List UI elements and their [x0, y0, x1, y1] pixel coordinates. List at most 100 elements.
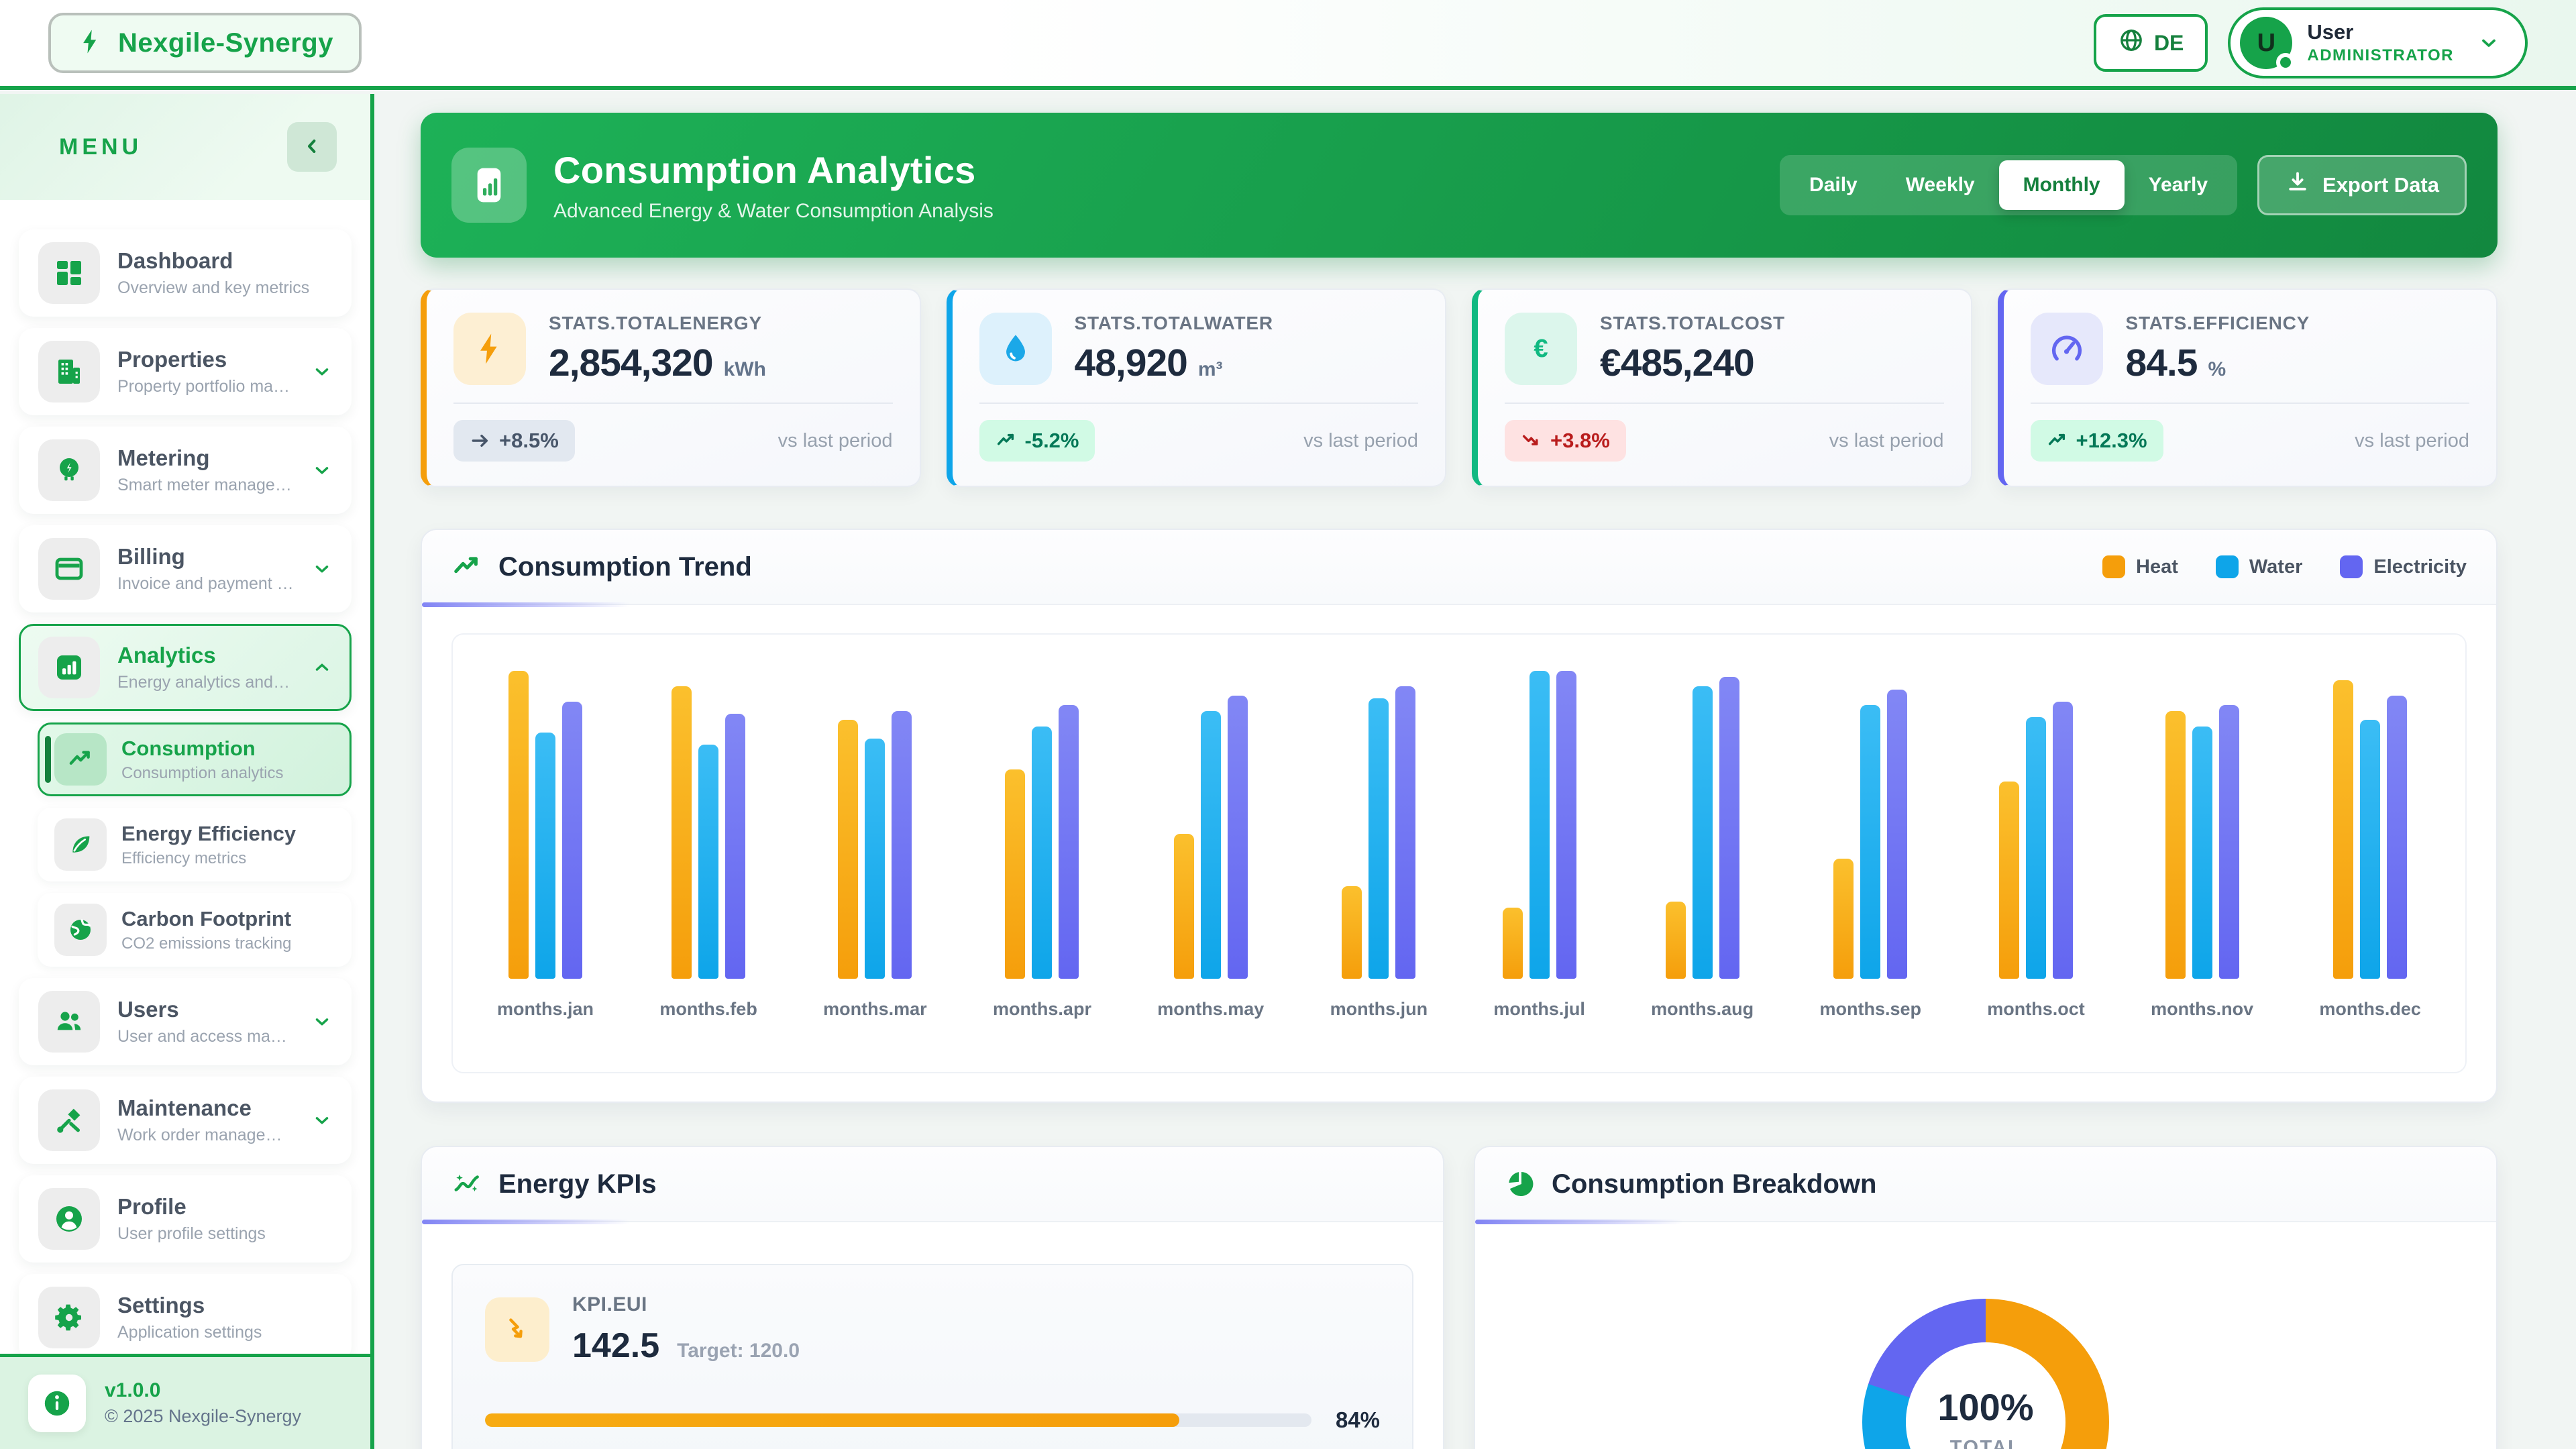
avatar: U — [2240, 17, 2292, 69]
sidebar-item-desc: CO2 emissions tracking — [121, 934, 291, 953]
month-label: months.oct — [1987, 999, 2085, 1020]
month-label: months.jan — [497, 999, 594, 1020]
sidebar-item-label: Dashboard — [117, 248, 309, 274]
sidebar-item-label: Metering — [117, 445, 294, 471]
stat-unit: m³ — [1198, 358, 1223, 381]
pie-chart-icon — [1505, 1169, 1536, 1199]
sidebar-item-energy-efficiency[interactable]: Energy EfficiencyEfficiency metrics — [38, 808, 352, 881]
credit-card-icon — [53, 553, 85, 585]
bar-electricity — [1719, 677, 1739, 979]
bar-chart-icon — [451, 148, 527, 223]
sidebar-item-profile[interactable]: ProfileUser profile settings — [19, 1175, 352, 1263]
bar-heat — [1833, 859, 1854, 979]
chart-legend: HeatWaterElectricity — [2102, 555, 2467, 578]
breakdown-card-header: Consumption Breakdown — [1475, 1147, 2496, 1222]
sidebar-item-billing[interactable]: BillingInvoice and payment mana… — [19, 525, 352, 612]
sidebar-item-carbon-footprint[interactable]: Carbon Footprint CO2 emissions tracking — [38, 893, 352, 967]
sidebar-collapse-button[interactable] — [287, 122, 337, 172]
page-subtitle: Advanced Energy & Water Consumption Anal… — [553, 200, 994, 223]
tab-yearly[interactable]: Yearly — [2125, 160, 2232, 210]
bar-water — [1693, 686, 1713, 979]
stat-note: vs last period — [1303, 430, 1418, 452]
page-header: Consumption Analytics Advanced Energy & … — [421, 113, 2498, 258]
sidebar-item-label: Analytics — [117, 643, 294, 668]
bar-heat — [1174, 834, 1194, 979]
legend-swatch — [2102, 555, 2125, 578]
person-icon — [53, 1203, 85, 1235]
bar-group-aug: months.aug — [1651, 671, 1754, 1020]
sidebar-item-consumption[interactable]: ConsumptionConsumption analytics — [38, 722, 352, 796]
tab-weekly[interactable]: Weekly — [1882, 160, 1999, 210]
stat-change-badge: +8.5% — [453, 420, 575, 462]
kpi-target: Target: 120.0 — [677, 1340, 800, 1362]
stat-label: STATS.EFFICIENCY — [2126, 313, 2310, 334]
energy-kpis-card: Energy KPIs KPI.EUI 142.5 Target: 120.0 — [421, 1146, 1444, 1449]
bar-water — [535, 733, 555, 979]
sidebar-item-desc: Property portfolio manage… — [117, 377, 294, 396]
month-label: months.jul — [1493, 999, 1585, 1020]
status-dot — [2276, 53, 2295, 72]
trend-card-header: Consumption Trend HeatWaterElectricity — [422, 530, 2496, 605]
month-label: months.feb — [659, 999, 757, 1020]
language-label: DE — [2154, 31, 2184, 56]
export-data-button[interactable]: Export Data — [2257, 155, 2467, 215]
trend-up-icon — [67, 746, 94, 773]
building-icon — [53, 356, 85, 388]
leaf-icon — [67, 831, 94, 858]
bar-electricity — [1059, 705, 1079, 979]
bar-heat — [1342, 886, 1362, 979]
legend-swatch — [2340, 555, 2363, 578]
bar-water — [1529, 671, 1550, 979]
droplet-icon — [998, 331, 1034, 367]
trend-up-icon — [996, 430, 1017, 451]
chevron-down-icon — [312, 1012, 332, 1032]
bar-group-jun: months.jun — [1330, 671, 1428, 1020]
menu-label: MENU — [59, 134, 142, 160]
sidebar-item-analytics[interactable]: AnalyticsEnergy analytics and insig… — [19, 624, 352, 711]
sidebar-item-maintenance[interactable]: Maintenance Work order management — [19, 1077, 352, 1164]
arrow-right-icon — [470, 430, 491, 451]
bar-group-jan: months.jan — [497, 671, 594, 1020]
bar-electricity — [562, 702, 582, 979]
tab-daily[interactable]: Daily — [1785, 160, 1882, 210]
kpi-progress-label: 84% — [1336, 1407, 1380, 1433]
app-root: Nexgile-Synergy DE U User ADMINISTRATOR — [0, 0, 2576, 1449]
brand-logo[interactable]: Nexgile-Synergy — [48, 13, 362, 73]
bar-heat — [2333, 680, 2353, 979]
sidebar-item-properties[interactable]: Properties Property portfolio manage… — [19, 328, 352, 415]
stat-label: STATS.TOTALWATER — [1075, 313, 1273, 334]
earth-icon — [67, 916, 94, 943]
bar-heat — [1999, 782, 2019, 979]
bar-group-oct: months.oct — [1987, 671, 2085, 1020]
sidebar-item-label: Properties — [117, 347, 294, 372]
sidebar-item-label: Users — [117, 997, 294, 1022]
sidebar-item-metering[interactable]: MeteringSmart meter management — [19, 427, 352, 514]
language-button[interactable]: DE — [2094, 14, 2208, 72]
sidebar-header: MENU — [0, 94, 370, 200]
sidebar-item-label: Carbon Footprint — [121, 907, 291, 931]
app-version: v1.0.0 — [105, 1379, 301, 1402]
sidebar-item-desc: Work order management — [117, 1126, 294, 1145]
stat-note: vs last period — [778, 430, 893, 452]
kpi-progress-track — [485, 1413, 1311, 1427]
sidebar-item-dashboard[interactable]: DashboardOverview and key metrics — [19, 229, 352, 317]
stat-unit: kWh — [724, 358, 766, 381]
bar-water — [2192, 727, 2212, 979]
trend-down-icon — [1521, 430, 1542, 451]
bar-group-may: months.may — [1157, 671, 1264, 1020]
user-menu[interactable]: U User ADMINISTRATOR — [2228, 7, 2528, 78]
users-icon — [53, 1006, 85, 1038]
sidebar-item-desc: Efficiency metrics — [121, 849, 296, 868]
avatar-initial: U — [2257, 29, 2275, 58]
stat-unit: % — [2208, 358, 2226, 381]
bottom-row: Energy KPIs KPI.EUI 142.5 Target: 120.0 — [421, 1146, 2498, 1449]
sidebar-item-settings[interactable]: SettingsApplication settings — [19, 1274, 352, 1354]
bar-electricity — [725, 714, 745, 979]
sidebar-item-label: Maintenance — [117, 1095, 294, 1121]
kpi-tile: KPI.EUI 142.5 Target: 120.0 84% — [451, 1264, 1413, 1449]
bar-heat — [2165, 711, 2186, 979]
trend-chart-panel: months.janmonths.febmonths.marmonths.apr… — [451, 633, 2467, 1073]
tab-monthly[interactable]: Monthly — [1999, 160, 2125, 210]
sidebar-item-users[interactable]: UsersUser and access managem… — [19, 978, 352, 1065]
month-label: months.mar — [823, 999, 927, 1020]
